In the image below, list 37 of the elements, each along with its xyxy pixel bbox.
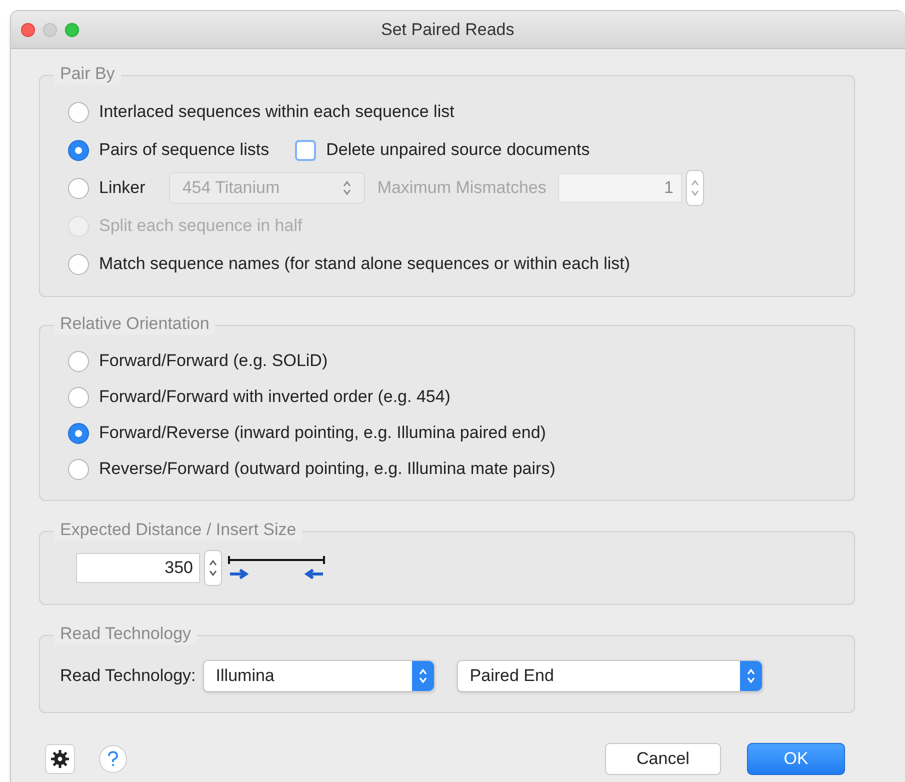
cancel-button[interactable]: Cancel	[605, 743, 721, 775]
option-label[interactable]: Interlaced sequences within each sequence list	[99, 99, 454, 125]
chevron-icon	[342, 180, 352, 196]
settings-button[interactable]	[45, 744, 75, 774]
radio-button[interactable]	[68, 254, 89, 274]
radio-button[interactable]	[68, 350, 89, 372]
minimize-button[interactable]	[43, 22, 57, 36]
close-button[interactable]	[21, 22, 35, 36]
checkbox-label[interactable]: Delete unpaired source documents	[326, 137, 590, 163]
radio-button[interactable]	[68, 102, 89, 122]
zoom-button[interactable]	[65, 22, 79, 36]
checkbox[interactable]	[295, 140, 316, 160]
radio-button[interactable]	[68, 178, 89, 198]
up-down-arrows-icon	[208, 557, 218, 579]
option-label[interactable]: Pairs of sequence lists	[99, 137, 270, 163]
dropdown[interactable]: Paired End	[456, 660, 763, 692]
option-label[interactable]: Forward/Forward with inverted order (e.g. 454)	[99, 384, 450, 410]
up-down-arrows-icon	[690, 177, 700, 199]
number-field[interactable]: 350	[76, 553, 200, 583]
radio-button[interactable]	[68, 140, 89, 160]
dropdown[interactable]: Illumina	[202, 660, 435, 692]
option-label[interactable]: Linker	[99, 175, 146, 201]
chevron-icon	[740, 661, 762, 691]
radio-button[interactable]	[68, 422, 89, 444]
gear-icon	[51, 750, 69, 768]
option-label[interactable]: Reverse/Forward (outward pointing, e.g. Illumina mate pairs)	[99, 456, 556, 482]
option-label[interactable]: Forward/Reverse (inward pointing, e.g. Illumina paired end)	[99, 420, 546, 446]
window-title: Set Paired Reads	[381, 18, 514, 41]
help-icon[interactable]	[99, 745, 127, 773]
field-label: Maximum Mismatches	[377, 177, 546, 200]
radio-button[interactable]	[68, 386, 89, 408]
radio-button[interactable]	[68, 458, 89, 480]
field-label: Read Technology:	[60, 665, 196, 688]
chevron-icon	[412, 661, 434, 691]
option-label[interactable]: Match sequence names (for stand alone sequences or within each list)	[99, 251, 630, 277]
stepper[interactable]	[204, 550, 222, 586]
option-label[interactable]: Forward/Forward (e.g. SOLiD)	[99, 348, 328, 374]
